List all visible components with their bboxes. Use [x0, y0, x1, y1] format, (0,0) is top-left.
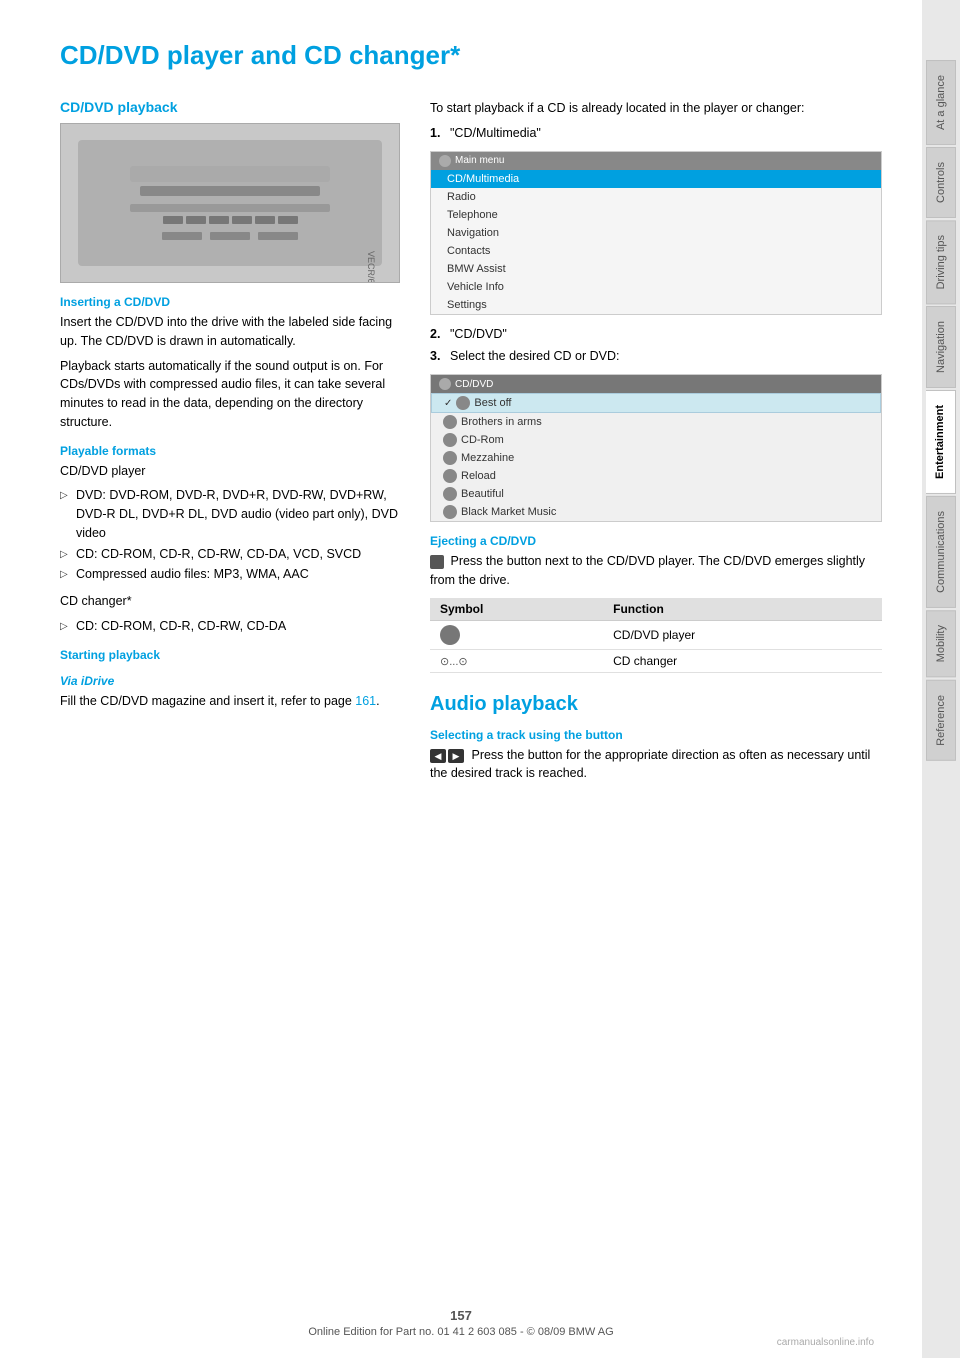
menu-item-bmw-assist: BMW Assist — [431, 260, 881, 278]
selecting-track-text: ◀ ▶ Press the button for the appropriate… — [430, 746, 882, 784]
playback-intro: To start playback if a CD is already loc… — [430, 99, 882, 118]
page-link[interactable]: 161 — [355, 694, 376, 708]
cd-changer-list: CD: CD-ROM, CD-R, CD-RW, CD-DA — [60, 617, 400, 636]
cd-menu-cd-rom: CD-Rom — [431, 431, 881, 449]
left-column: CD/DVD playback — [60, 99, 400, 789]
cd-dvd-player-label: CD/DVD player — [60, 462, 400, 481]
page-title: CD/DVD player and CD changer* — [60, 40, 882, 71]
audio-section: Audio playback Selecting a track using t… — [430, 693, 882, 784]
cd-format-item: CD: CD-ROM, CD-R, CD-RW, CD-DA, VCD, SVC… — [60, 545, 400, 564]
cd-menu-best-off: ✓ Best off — [431, 393, 881, 413]
dvd-formats-list: DVD: DVD-ROM, DVD-R, DVD+R, DVD-RW, DVD+… — [60, 486, 400, 584]
cd-menu-brothers: Brothers in arms — [431, 413, 881, 431]
main-menu-screenshot: Main menu CD/Multimedia Radio Telephone … — [430, 151, 882, 315]
page-number: 157 — [0, 1308, 922, 1323]
right-column: To start playback if a CD is already loc… — [430, 99, 882, 789]
left-arrow-button: ◀ — [430, 749, 446, 763]
sidebar-tab-driving-tips[interactable]: Driving tips — [926, 220, 956, 304]
main-content: CD/DVD player and CD changer* CD/DVD pla… — [0, 0, 922, 1358]
sidebar-tab-navigation[interactable]: Navigation — [926, 306, 956, 388]
ejecting-text: Press the button next to the CD/DVD play… — [430, 552, 882, 590]
inserting-heading: Inserting a CD/DVD — [60, 295, 400, 309]
sidebar-tab-reference[interactable]: Reference — [926, 680, 956, 761]
selecting-track-heading: Selecting a track using the button — [430, 728, 882, 742]
menu-item-vehicle-info: Vehicle Info — [431, 278, 881, 296]
page-footer: 157 Online Edition for Part no. 01 41 2 … — [0, 1308, 922, 1338]
cd-changer-symbol: ⊙...⊙ — [430, 649, 603, 672]
sidebar-tab-mobility[interactable]: Mobility — [926, 610, 956, 677]
starting-playback-heading: Starting playback — [60, 648, 400, 662]
cd-dvd-playback-heading: CD/DVD playback — [60, 99, 400, 115]
steps-list-2: 2. "CD/DVD" 3. Select the desired CD or … — [430, 325, 882, 367]
cd-menu-mezzahine: Mezzahine — [431, 449, 881, 467]
table-row: ⊙...⊙ CD changer — [430, 649, 882, 672]
eject-button-icon — [430, 555, 444, 569]
cd-changer-function: CD changer — [603, 649, 882, 672]
symbol-table: Symbol Function CD/DVD player — [430, 598, 882, 673]
cd-changer-format-item: CD: CD-ROM, CD-R, CD-RW, CD-DA — [60, 617, 400, 636]
step-3: 3. Select the desired CD or DVD: — [430, 347, 882, 366]
button-symbols: ◀ ▶ — [430, 749, 464, 763]
symbol-col-header: Symbol — [430, 598, 603, 621]
right-arrow-button: ▶ — [448, 749, 464, 763]
watermark: carmanualsonline.info — [777, 1337, 874, 1348]
step-1: 1. "CD/Multimedia" — [430, 124, 882, 143]
menu-item-contacts: Contacts — [431, 242, 881, 260]
dvd-format-item: DVD: DVD-ROM, DVD-R, DVD+R, DVD-RW, DVD+… — [60, 486, 400, 542]
table-row: CD/DVD player — [430, 620, 882, 649]
cd-dvd-player-symbol — [430, 620, 603, 649]
inserting-text2: Playback starts automatically if the sou… — [60, 357, 400, 432]
cd-dvd-menu-screenshot: CD/DVD ✓ Best off Brothers in arms CD-Ro… — [430, 374, 882, 522]
via-idrive-text: Fill the CD/DVD magazine and insert it, … — [60, 692, 400, 711]
cd-menu-black-market: Black Market Music — [431, 503, 881, 521]
cd-changer-label: CD changer* — [60, 592, 400, 611]
steps-list: 1. "CD/Multimedia" — [430, 124, 882, 143]
sidebar-tab-entertainment[interactable]: Entertainment — [926, 390, 956, 494]
cd-player-image: VECR/64N — [60, 123, 400, 283]
sidebar-tab-controls[interactable]: Controls — [926, 147, 956, 218]
sidebar: At a glance Controls Driving tips Naviga… — [922, 0, 960, 1358]
menu-item-navigation: Navigation — [431, 224, 881, 242]
inserting-text1: Insert the CD/DVD into the drive with th… — [60, 313, 400, 351]
menu-item-cd-multimedia: CD/Multimedia — [431, 170, 881, 188]
footer-text: Online Edition for Part no. 01 41 2 603 … — [308, 1326, 613, 1338]
step-2: 2. "CD/DVD" — [430, 325, 882, 344]
playable-formats-heading: Playable formats — [60, 444, 400, 458]
menu-item-radio: Radio — [431, 188, 881, 206]
via-idrive-heading: Via iDrive — [60, 674, 400, 688]
menu-item-settings: Settings — [431, 296, 881, 314]
sidebar-tab-at-a-glance[interactable]: At a glance — [926, 60, 956, 145]
cd-dvd-player-function: CD/DVD player — [603, 620, 882, 649]
audio-playback-heading: Audio playback — [430, 693, 882, 716]
cd-menu-reload: Reload — [431, 467, 881, 485]
ejecting-heading: Ejecting a CD/DVD — [430, 534, 882, 548]
menu-item-telephone: Telephone — [431, 206, 881, 224]
compressed-format-item: Compressed audio files: MP3, WMA, AAC — [60, 565, 400, 584]
cd-menu-beautiful: Beautiful — [431, 485, 881, 503]
function-col-header: Function — [603, 598, 882, 621]
sidebar-tab-communications[interactable]: Communications — [926, 496, 956, 608]
